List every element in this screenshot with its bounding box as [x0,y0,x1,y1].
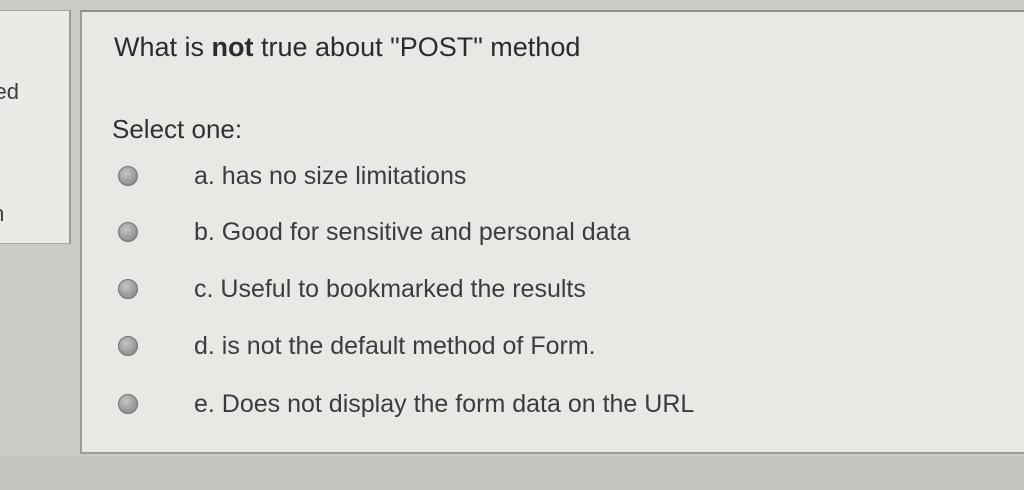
question-suffix: true about "POST" method [253,32,581,62]
info-text-question: ion [0,201,4,227]
question-panel: What is not true about "POST" method Sel… [80,10,1024,454]
radio-button-a[interactable] [118,166,138,186]
radio-button-c[interactable] [118,279,138,299]
option-d[interactable]: d. is not the default method of Form. [118,326,596,366]
question-emphasis: not [211,32,254,62]
option-c[interactable]: c. Useful to bookmarked the results [118,269,586,309]
option-b[interactable]: b. Good for sensitive and personal data [118,212,630,252]
select-one-label: Select one: [112,114,243,144]
info-text-answered: ered [0,79,20,104]
radio-button-d[interactable] [118,336,138,356]
bottom-strip [0,456,1024,490]
option-a[interactable]: a. has no size limitations [118,156,466,196]
question-prefix: What is [114,32,212,62]
option-e-label[interactable]: e. Does not display the form data on the… [194,390,694,419]
radio-button-e[interactable] [118,394,138,414]
option-a-label[interactable]: a. has no size limitations [194,162,466,191]
radio-button-b[interactable] [118,222,138,242]
option-d-label[interactable]: d. is not the default method of Form. [194,332,596,361]
question-info-panel: ered f ion [0,10,71,244]
option-e[interactable]: e. Does not display the form data on the… [118,384,694,424]
option-c-label[interactable]: c. Useful to bookmarked the results [194,275,586,304]
question-text: What is not true about "POST" method [114,32,580,63]
option-b-label[interactable]: b. Good for sensitive and personal data [194,218,630,247]
